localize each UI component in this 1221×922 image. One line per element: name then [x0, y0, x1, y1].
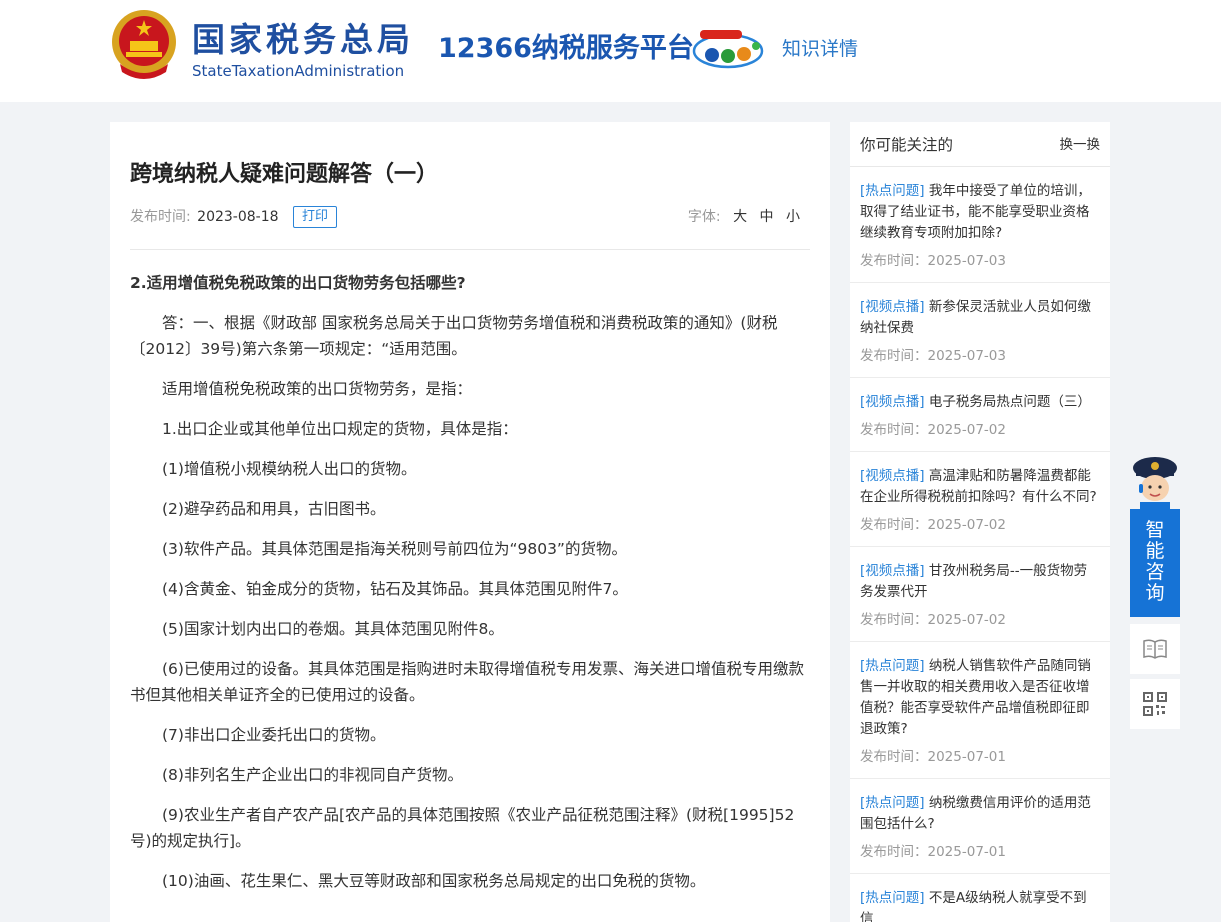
paragraph: (4)含黄金、铂金成分的货物，钻石及其饰品。其具体范围见附件7。 — [162, 580, 628, 598]
item-date-label: 发布时间： — [860, 253, 928, 269]
related-sidebar: 你可能关注的 换一换 [热点问题] 我年中接受了单位的培训，取得了结业证书，能不… — [850, 122, 1110, 922]
consult-char: 能 — [1145, 540, 1165, 562]
item-date-label: 发布时间： — [860, 749, 928, 765]
mascot-logo-icon — [692, 30, 764, 69]
item-date: 发布时间：2025-07-01 — [860, 842, 1100, 873]
consult-char: 询 — [1145, 582, 1165, 604]
sidebar-header: 你可能关注的 换一换 — [850, 122, 1110, 167]
item-tag: [视频点播] — [860, 563, 925, 579]
item-tag: [视频点播] — [860, 394, 925, 410]
item-tag: [热点问题] — [860, 890, 925, 906]
item-date-value: 2025-07-02 — [927, 612, 1006, 628]
item-link[interactable]: [热点问题] 纳税缴费信用评价的适用范围包括什么? — [860, 793, 1100, 835]
list-item[interactable]: [视频点播] 电子税务局热点问题（三） 发布时间：2025-07-02 — [850, 378, 1110, 452]
paragraph: (10)油画、花生果仁、黑大豆等财政部和国家税务总局规定的出口免税的货物。 — [162, 872, 706, 890]
item-date-label: 发布时间： — [860, 612, 928, 628]
paragraph: (1)增值税小规模纳税人出口的货物。 — [162, 460, 417, 478]
refresh-button[interactable]: 换一换 — [1060, 135, 1101, 155]
item-date: 发布时间：2025-07-02 — [860, 420, 1100, 451]
item-date-value: 2025-07-02 — [927, 517, 1006, 533]
assistant-avatar-icon[interactable] — [1130, 452, 1180, 510]
item-date-value: 2025-07-03 — [927, 348, 1006, 364]
paragraph: (7)非出口企业委托出口的货物。 — [162, 726, 386, 744]
brand-name-en: StateTaxationAdministration — [192, 62, 405, 80]
item-date: 发布时间：2025-07-01 — [860, 747, 1100, 778]
font-medium-button[interactable]: 中 — [760, 209, 774, 225]
brand-name-cn: 国家税务总局 — [192, 20, 414, 59]
paragraph: (8)非列名生产企业出口的非视同自产货物。 — [162, 766, 463, 784]
item-date-value: 2025-07-03 — [927, 253, 1006, 269]
item-link[interactable]: [视频点播] 甘孜州税务局--一般货物劳务发票代开 — [860, 561, 1100, 603]
item-date: 发布时间：2025-07-03 — [860, 346, 1100, 377]
qr-code-button[interactable] — [1130, 679, 1180, 729]
print-button[interactable]: 打印 — [293, 206, 338, 228]
book-icon — [1143, 639, 1167, 659]
list-item[interactable]: [热点问题] 我年中接受了单位的培训，取得了结业证书，能不能享受职业资格继续教育… — [850, 167, 1110, 283]
item-date-value: 2025-07-02 — [927, 422, 1006, 438]
platform-title: 12366纳税服务平台 — [438, 33, 694, 64]
item-date-label: 发布时间： — [860, 348, 928, 364]
consult-char: 智 — [1145, 519, 1165, 541]
font-size-switcher: 字体: 大 中 小 — [688, 206, 800, 228]
item-link[interactable]: [热点问题] 纳税人销售软件产品随同销售一并收取的相关费用收入是否征收增值税？能… — [860, 656, 1100, 740]
item-link[interactable]: [热点问题] 我年中接受了单位的培训，取得了结业证书，能不能享受职业资格继续教育… — [860, 181, 1100, 244]
divider — [130, 249, 810, 250]
paragraph: (3)软件产品。其具体范围是指海关税则号前四位为“9803”的货物。 — [162, 540, 627, 558]
item-tag: [热点问题] — [860, 658, 925, 674]
sidebar-title: 你可能关注的 — [860, 136, 954, 154]
publish-date: 2023-08-18 — [197, 209, 279, 225]
item-date-label: 发布时间： — [860, 422, 928, 438]
item-date: 发布时间：2025-07-03 — [860, 251, 1100, 282]
list-item[interactable]: [视频点播] 甘孜州税务局--一般货物劳务发票代开 发布时间：2025-07-0… — [850, 547, 1110, 642]
item-date: 发布时间：2025-07-02 — [860, 610, 1100, 641]
knowledge-book-button[interactable] — [1130, 624, 1180, 674]
item-tag: [视频点播] — [860, 299, 925, 315]
national-emblem-icon — [112, 10, 176, 79]
article-body: 2.适用增值税免税政策的出口货物劳务包括哪些? 答：一、根据《财政部 国家税务总… — [130, 270, 810, 908]
paragraph: (2)避孕药品和用具，古旧图书。 — [162, 500, 386, 518]
item-tag: [热点问题] — [860, 795, 925, 811]
knowledge-details-link[interactable]: 知识详情 — [782, 36, 858, 62]
paragraph: 适用增值税免税政策的出口货物劳务，是指： — [162, 380, 473, 398]
site-header: 国家税务总局 StateTaxationAdministration 12366… — [0, 0, 1221, 102]
paragraph: (9)农业生产者自产农产品[农产品的具体范围按照《农业产品征税范围注释》(财税[… — [130, 806, 795, 850]
question-heading: 2.适用增值税免税政策的出口货物劳务包括哪些? — [130, 274, 466, 292]
item-title: 电子税务局热点问题（三） — [928, 394, 1091, 410]
paragraph: 1.出口企业或其他单位出口规定的货物，具体是指： — [162, 420, 518, 438]
paragraph: (5)国家计划内出口的卷烟。其具体范围见附件8。 — [162, 620, 504, 638]
item-date-value: 2025-07-01 — [927, 844, 1006, 860]
font-size-label: 字体: — [687, 209, 721, 225]
font-small-button[interactable]: 小 — [786, 209, 800, 225]
item-date-value: 2025-07-01 — [927, 749, 1006, 765]
item-link[interactable]: [视频点播] 高温津贴和防暑降温费都能在企业所得税税前扣除吗？有什么不同? — [860, 466, 1100, 508]
font-large-button[interactable]: 大 — [733, 209, 747, 225]
item-date: 发布时间：2025-07-02 — [860, 515, 1100, 546]
list-item[interactable]: [视频点播] 高温津贴和防暑降温费都能在企业所得税税前扣除吗？有什么不同? 发布… — [850, 452, 1110, 547]
consult-char: 咨 — [1145, 561, 1165, 583]
article-panel: 跨境纳税人疑难问题解答（一） 发布时间: 2023-08-18 打印 字体: 大… — [110, 122, 830, 922]
item-link[interactable]: [热点问题] 不是A级纳税人就享受不到信 — [860, 888, 1100, 922]
item-link[interactable]: [视频点播] 电子税务局热点问题（三） — [860, 392, 1100, 413]
article-meta: 发布时间: 2023-08-18 打印 字体: 大 中 小 — [130, 206, 810, 228]
list-item[interactable]: [热点问题] 纳税缴费信用评价的适用范围包括什么? 发布时间：2025-07-0… — [850, 779, 1110, 874]
smart-consult-button[interactable]: 智 能 咨 询 — [1130, 509, 1180, 617]
date-label: 发布时间: — [130, 209, 191, 225]
item-date-label: 发布时间： — [860, 517, 928, 533]
item-link[interactable]: [视频点播] 新参保灵活就业人员如何缴纳社保费 — [860, 297, 1100, 339]
brand: 国家税务总局 StateTaxationAdministration — [192, 20, 414, 81]
list-item[interactable]: [视频点播] 新参保灵活就业人员如何缴纳社保费 发布时间：2025-07-03 — [850, 283, 1110, 378]
item-tag: [视频点播] — [860, 468, 925, 484]
list-item[interactable]: [热点问题] 不是A级纳税人就享受不到信 — [850, 874, 1110, 922]
qr-code-icon — [1143, 692, 1167, 716]
list-item[interactable]: [热点问题] 纳税人销售软件产品随同销售一并收取的相关费用收入是否征收增值税？能… — [850, 642, 1110, 779]
paragraph: 答：一、根据《财政部 国家税务总局关于出口货物劳务增值税和消费税政策的通知》(财… — [130, 314, 778, 358]
paragraph: (6)已使用过的设备。其具体范围是指购进时未取得增值税专用发票、海关进口增值税专… — [130, 660, 804, 704]
item-date-label: 发布时间： — [860, 844, 928, 860]
item-tag: [热点问题] — [860, 183, 925, 199]
article-title: 跨境纳税人疑难问题解答（一） — [130, 162, 439, 187]
